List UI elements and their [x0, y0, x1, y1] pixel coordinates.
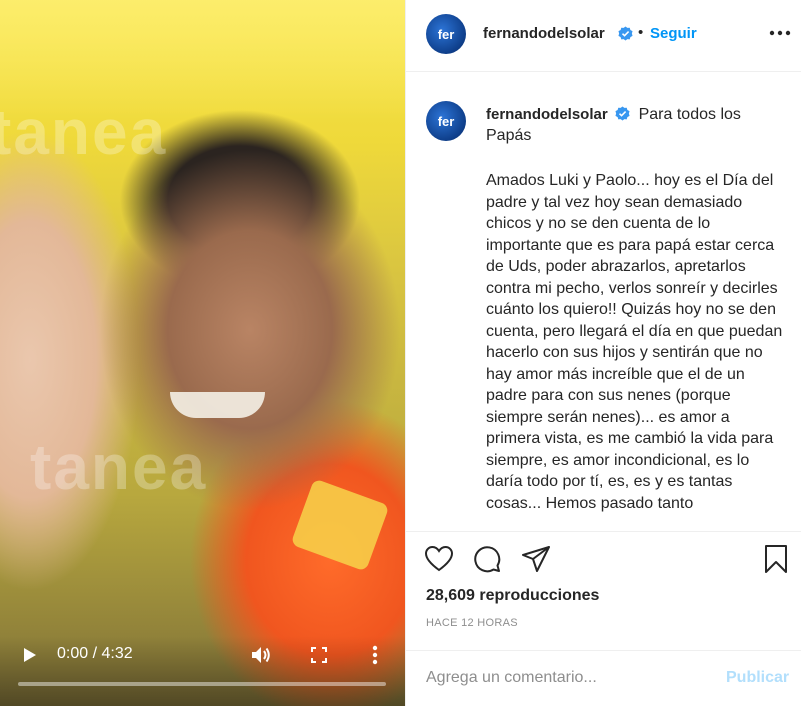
fullscreen-button[interactable] — [306, 642, 332, 668]
caption-header: fernandodelsolar Para todos los Papás — [486, 104, 786, 146]
avatar[interactable]: fer — [426, 14, 466, 54]
comment-icon — [474, 546, 501, 573]
share-icon — [522, 546, 550, 572]
video-frame-detail — [170, 392, 265, 418]
share-button[interactable] — [521, 544, 551, 574]
view-count[interactable]: 28,609 reproducciones — [426, 587, 599, 605]
video-progress-bar[interactable] — [18, 682, 386, 686]
volume-button[interactable] — [248, 642, 274, 668]
caption-username[interactable]: fernandodelsolar — [486, 106, 608, 123]
play-icon — [24, 648, 36, 662]
fullscreen-icon — [311, 647, 327, 663]
caption-avatar[interactable]: fer — [426, 101, 466, 141]
volume-icon — [252, 647, 270, 663]
video-time: 0:00 / 4:32 — [57, 645, 133, 662]
header-username[interactable]: fernandodelsolar — [483, 25, 605, 42]
video-more-button[interactable] — [362, 642, 388, 668]
video-frame-detail — [290, 478, 390, 572]
comment-button[interactable] — [472, 544, 502, 574]
caption-body: Amados Luki y Paolo... hoy es el Día del… — [486, 172, 787, 512]
save-button[interactable] — [761, 544, 791, 574]
post-timestamp[interactable]: HACE 12 HORAS — [426, 617, 518, 629]
add-comment-section: Publicar — [406, 650, 801, 706]
avatar-text: fer — [437, 26, 455, 42]
like-button[interactable] — [424, 544, 454, 574]
play-button[interactable] — [16, 642, 42, 668]
verified-badge-icon — [615, 106, 630, 121]
post-options-button[interactable] — [768, 26, 792, 40]
publish-button[interactable]: Publicar — [726, 669, 789, 687]
more-horizontal-icon — [769, 30, 791, 36]
video-watermark: tanea — [0, 96, 168, 168]
video-player[interactable]: tanea tanea 0:00 / 4:32 — [0, 0, 405, 706]
post-header: fer fernandodelsolar • Seguir — [406, 0, 801, 72]
avatar-text: fer — [437, 113, 455, 129]
comment-input[interactable] — [426, 665, 716, 691]
video-watermark: tanea — [30, 431, 208, 503]
post-panel: fer fernandodelsolar • Seguir fer fernan… — [405, 0, 801, 706]
verified-badge-icon — [618, 26, 633, 41]
more-vertical-icon — [372, 645, 378, 665]
comments-section[interactable]: fer fernandodelsolar Para todos los Papá… — [406, 73, 801, 531]
bookmark-icon — [765, 545, 787, 573]
heart-icon — [425, 546, 453, 572]
action-bar — [406, 531, 801, 581]
separator-dot: • — [638, 24, 644, 41]
follow-button[interactable]: Seguir — [650, 25, 697, 42]
